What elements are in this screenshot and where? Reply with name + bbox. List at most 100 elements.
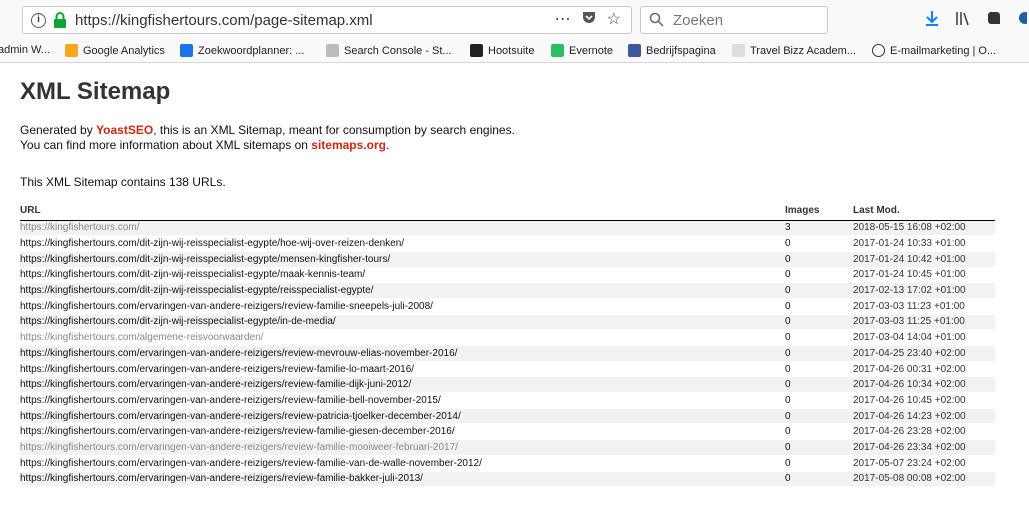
table-row: https://kingfishertours.com/ervaringen-v… [20, 392, 995, 409]
row-url-link[interactable]: https://kingfishertours.com/ervaringen-v… [20, 455, 785, 472]
row-images: 0 [785, 439, 853, 456]
row-url-link[interactable]: https://kingfishertours.com/ervaringen-v… [20, 439, 785, 456]
analytics-icon [65, 44, 78, 57]
row-url-link[interactable]: https://kingfishertours.com/algemene-rei… [20, 329, 785, 346]
row-lastmod: 2018-05-15 16:08 +02:00 [853, 220, 995, 237]
row-url-link[interactable]: https://kingfishertours.com/ervaringen-v… [20, 423, 785, 441]
row-url-link[interactable]: https://kingfishertours.com/dit-zijn-wij… [20, 267, 785, 284]
table-row: https://kingfishertours.com/ervaringen-v… [20, 423, 995, 441]
row-images: 0 [785, 361, 853, 378]
bookmark-admin[interactable]: admin W... [0, 44, 50, 56]
row-lastmod: 2017-04-26 10:45 +02:00 [853, 392, 995, 409]
table-row: https://kingfishertours.com/dit-zijn-wij… [20, 314, 995, 331]
row-images: 0 [785, 298, 853, 315]
search-placeholder: Zoeken [673, 12, 724, 29]
row-url-link[interactable]: https://kingfishertours.com/dit-zijn-wij… [20, 251, 785, 268]
row-url-link[interactable]: https://kingfishertours.com/dit-zijn-wij… [20, 235, 785, 252]
facebook-icon [628, 44, 641, 57]
evernote-icon[interactable] [987, 10, 1001, 32]
table-row: https://kingfishertours.com/ervaringen-v… [20, 455, 995, 472]
row-lastmod: 2017-04-26 10:34 +02:00 [853, 376, 995, 394]
row-url-link[interactable]: https://kingfishertours.com/ervaringen-v… [20, 361, 785, 378]
row-url-link[interactable]: https://kingfishertours.com/ervaringen-v… [20, 392, 785, 409]
bookmark-google-analytics[interactable]: Google Analytics [65, 44, 165, 57]
row-url-link[interactable]: https://kingfishertours.com/ervaringen-v… [20, 471, 785, 488]
bookmarks-bar: admin W... Google Analytics Zoekwoordpla… [0, 40, 1029, 63]
bookmark-search-console[interactable]: Search Console - St... [326, 44, 452, 57]
row-images: 0 [785, 267, 853, 284]
sitemap-description: Generated by YoastSEO, this is an XML Si… [20, 123, 515, 153]
sitemap-table: URL Images Last Mod. https://kingfishert… [20, 202, 995, 488]
row-images: 0 [785, 345, 853, 362]
row-lastmod: 2017-03-04 14:04 +01:00 [853, 329, 995, 346]
row-url-link[interactable]: https://kingfishertours.com/dit-zijn-wij… [20, 314, 785, 331]
row-url-link[interactable]: https://kingfishertours.com/ervaringen-v… [20, 298, 785, 315]
bookmark-label: Google Analytics [83, 44, 165, 57]
row-images: 0 [785, 282, 853, 299]
toolbar-icons [925, 10, 1029, 32]
row-images: 3 [785, 220, 853, 237]
row-url-link[interactable]: https://kingfishertours.com/dit-zijn-wij… [20, 282, 785, 299]
desc-mid: , this is an XML Sitemap, meant for cons… [153, 123, 515, 137]
row-lastmod: 2017-03-03 11:25 +01:00 [853, 314, 995, 331]
desc-prefix: Generated by [20, 123, 97, 137]
bookmark-evernote[interactable]: Evernote [551, 44, 613, 57]
table-row: https://kingfishertours.com/dit-zijn-wij… [20, 251, 995, 268]
row-images: 0 [785, 251, 853, 268]
search-bar[interactable]: Zoeken [640, 6, 828, 34]
url-count-text: This XML Sitemap contains 138 URLs. [20, 175, 226, 189]
bookmark-label: Hootsuite [488, 44, 535, 57]
address-bar[interactable]: i https://kingfishertours.com/page-sitem… [22, 6, 632, 34]
row-lastmod: 2017-04-26 23:34 +02:00 [853, 439, 995, 456]
library-icon[interactable] [955, 10, 971, 32]
row-url-link[interactable]: https://kingfishertours.com/ervaringen-v… [20, 408, 785, 425]
bookmark-travel-bizz[interactable]: Travel Bizz Academ... [732, 44, 856, 57]
row-lastmod: 2017-03-03 11:23 +01:00 [853, 298, 995, 315]
table-row: https://kingfishertours.com/ervaringen-v… [20, 471, 995, 488]
hootsuite-icon [470, 44, 483, 57]
info-icon[interactable]: i [31, 13, 46, 28]
row-images: 0 [785, 471, 853, 488]
row-lastmod: 2017-04-26 14:23 +02:00 [853, 408, 995, 425]
table-row: https://kingfishertours.com/dit-zijn-wij… [20, 267, 995, 284]
bookmark-hootsuite[interactable]: Hootsuite [470, 44, 534, 57]
row-url-link[interactable]: https://kingfishertours.com/ [20, 220, 785, 237]
url-text[interactable]: https://kingfishertours.com/page-sitemap… [75, 12, 373, 29]
header-images: Images [785, 202, 853, 221]
row-lastmod: 2017-01-24 10:45 +01:00 [853, 267, 995, 284]
bookmark-label: Zoekwoordplanner: ... [198, 44, 305, 57]
url-actions: ⋯ ☆ [555, 10, 621, 32]
row-url-link[interactable]: https://kingfishertours.com/ervaringen-v… [20, 345, 785, 362]
search-console-icon [326, 44, 339, 57]
table-row: https://kingfishertours.com/algemene-rei… [20, 329, 995, 346]
lock-icon[interactable] [53, 12, 67, 34]
bookmark-bedrijfspagina[interactable]: Bedrijfspagina [628, 44, 716, 57]
bookmark-emailmarketing[interactable]: E-mailmarketing | O... [872, 44, 996, 57]
bookmark-star-icon[interactable]: ☆ [607, 10, 621, 32]
table-row: https://kingfishertours.com/dit-zijn-wij… [20, 235, 995, 252]
table-row: https://kingfishertours.com/ervaringen-v… [20, 361, 995, 378]
row-lastmod: 2017-04-25 23:40 +02:00 [853, 345, 995, 362]
row-images: 0 [785, 329, 853, 346]
row-images: 0 [785, 392, 853, 409]
table-row: https://kingfishertours.com/ervaringen-v… [20, 376, 995, 394]
download-icon[interactable] [925, 10, 939, 32]
row-images: 0 [785, 408, 853, 425]
travel-bizz-icon [732, 44, 745, 57]
bookmark-zoekwoordplanner[interactable]: Zoekwoordplanner: ... [180, 44, 304, 57]
page-actions-icon[interactable]: ⋯ [555, 10, 571, 32]
row-url-link[interactable]: https://kingfishertours.com/ervaringen-v… [20, 376, 785, 394]
yoastseo-link[interactable]: YoastSEO [96, 123, 153, 137]
bookmark-label: E-mailmarketing | O... [890, 44, 997, 57]
pocket-icon[interactable] [581, 10, 597, 32]
sitemaps-org-link[interactable]: sitemaps.org [311, 138, 386, 152]
table-row: https://kingfishertours.com/ervaringen-v… [20, 408, 995, 425]
header-url: URL [20, 202, 785, 221]
search-icon [649, 12, 664, 32]
table-header-row: URL Images Last Mod. [20, 202, 995, 221]
extension-icon[interactable] [1017, 10, 1029, 32]
table-row: https://kingfishertours.com/ervaringen-v… [20, 298, 995, 315]
bookmark-label: admin W... [0, 44, 50, 56]
table-row: https://kingfishertours.com/ervaringen-v… [20, 345, 995, 362]
row-lastmod: 2017-01-24 10:42 +01:00 [853, 251, 995, 268]
